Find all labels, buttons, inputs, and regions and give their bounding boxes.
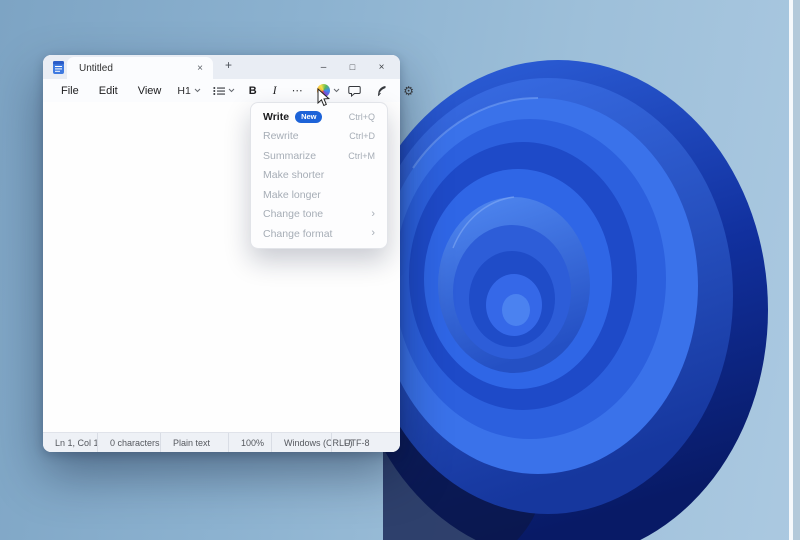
notepad-window: Untitled × + – □ × File Edit View H1 B I… bbox=[43, 55, 414, 452]
menu-item-summarize[interactable]: Summarize Ctrl+M bbox=[251, 146, 387, 166]
menu-item-label: Make longer bbox=[263, 188, 321, 201]
menu-item-make-shorter[interactable]: Make shorter bbox=[251, 166, 387, 186]
menu-item-write[interactable]: Write New Ctrl+Q bbox=[251, 107, 387, 127]
shortcut-label: Ctrl+D bbox=[349, 131, 375, 142]
bulleted-list-icon bbox=[213, 86, 225, 95]
submenu-arrow-icon: › bbox=[371, 207, 375, 220]
list-style-dropdown[interactable] bbox=[207, 84, 241, 98]
status-document-format: Plain text bbox=[160, 433, 228, 452]
settings-button[interactable]: ⚙ bbox=[400, 82, 418, 100]
menu-item-rewrite[interactable]: Rewrite Ctrl+D bbox=[251, 127, 387, 147]
menu-item-change-format[interactable]: Change format › bbox=[251, 224, 387, 244]
menu-item-make-longer[interactable]: Make longer bbox=[251, 185, 387, 205]
bold-button[interactable]: B bbox=[241, 83, 265, 99]
menu-item-label: Change tone bbox=[263, 208, 324, 221]
menu-item-label: Make shorter bbox=[263, 169, 325, 182]
menu-item-change-tone[interactable]: Change tone › bbox=[251, 205, 387, 225]
status-bar: Ln 1, Col 1 0 characters Plain text 100%… bbox=[43, 432, 400, 452]
titlebar[interactable]: Untitled × + – □ × bbox=[43, 55, 400, 79]
italic-button[interactable]: I bbox=[265, 83, 285, 99]
tab-close-icon[interactable]: × bbox=[194, 63, 206, 74]
menu-view[interactable]: View bbox=[128, 83, 172, 99]
chevron-down-icon bbox=[333, 88, 339, 93]
mouse-cursor bbox=[317, 88, 331, 107]
tab-title: Untitled bbox=[79, 62, 113, 74]
new-tab-button[interactable]: + bbox=[221, 58, 236, 72]
status-character-count: 0 characters bbox=[97, 433, 160, 452]
feedback-button[interactable] bbox=[346, 82, 364, 100]
menu-item-label: Summarize bbox=[263, 149, 317, 162]
bloom-flower-wallpaper bbox=[383, 60, 768, 540]
menu-edit[interactable]: Edit bbox=[89, 83, 128, 99]
rewrite-pen-button[interactable] bbox=[373, 82, 391, 100]
status-line-ending: Windows (CRLF) bbox=[271, 433, 353, 452]
heading-style-dropdown[interactable]: H1 bbox=[171, 83, 206, 99]
menu-item-label: Change format bbox=[263, 227, 333, 240]
tab-untitled[interactable]: Untitled × bbox=[67, 57, 213, 79]
status-zoom-level: 100% bbox=[228, 433, 271, 452]
desktop-wallpaper: Untitled × + – □ × File Edit View H1 B I… bbox=[0, 0, 800, 540]
chevron-down-icon bbox=[228, 88, 235, 93]
quill-pen-icon bbox=[377, 85, 386, 96]
notepad-app-icon bbox=[53, 61, 64, 74]
page-scrollbar-track[interactable] bbox=[793, 0, 800, 540]
copilot-menu: Write New Ctrl+Q Rewrite Ctrl+D Summariz… bbox=[250, 102, 388, 249]
new-badge: New bbox=[295, 111, 323, 123]
chat-bubble-icon bbox=[348, 85, 361, 97]
heading-label: H1 bbox=[177, 84, 191, 97]
window-controls: – □ × bbox=[309, 55, 396, 79]
maximize-button[interactable]: □ bbox=[338, 55, 367, 79]
more-formatting-button[interactable]: ⋯ bbox=[285, 82, 311, 99]
menu-item-label: Write bbox=[263, 110, 290, 123]
menu-toolbar: File Edit View H1 B I ⋯ ⚙ bbox=[43, 79, 414, 102]
toolbar-right-icons: ⚙ bbox=[346, 82, 418, 100]
gear-icon: ⚙ bbox=[403, 83, 414, 98]
minimize-button[interactable]: – bbox=[309, 55, 338, 79]
menu-file[interactable]: File bbox=[51, 83, 89, 99]
chevron-down-icon bbox=[194, 88, 201, 93]
submenu-arrow-icon: › bbox=[371, 227, 375, 240]
shortcut-label: Ctrl+M bbox=[348, 150, 375, 161]
shortcut-label: Ctrl+Q bbox=[348, 111, 375, 122]
status-encoding: UTF-8 bbox=[331, 433, 400, 452]
close-button[interactable]: × bbox=[367, 55, 396, 79]
menu-item-label: Rewrite bbox=[263, 130, 299, 143]
status-cursor-position: Ln 1, Col 1 bbox=[55, 437, 99, 448]
